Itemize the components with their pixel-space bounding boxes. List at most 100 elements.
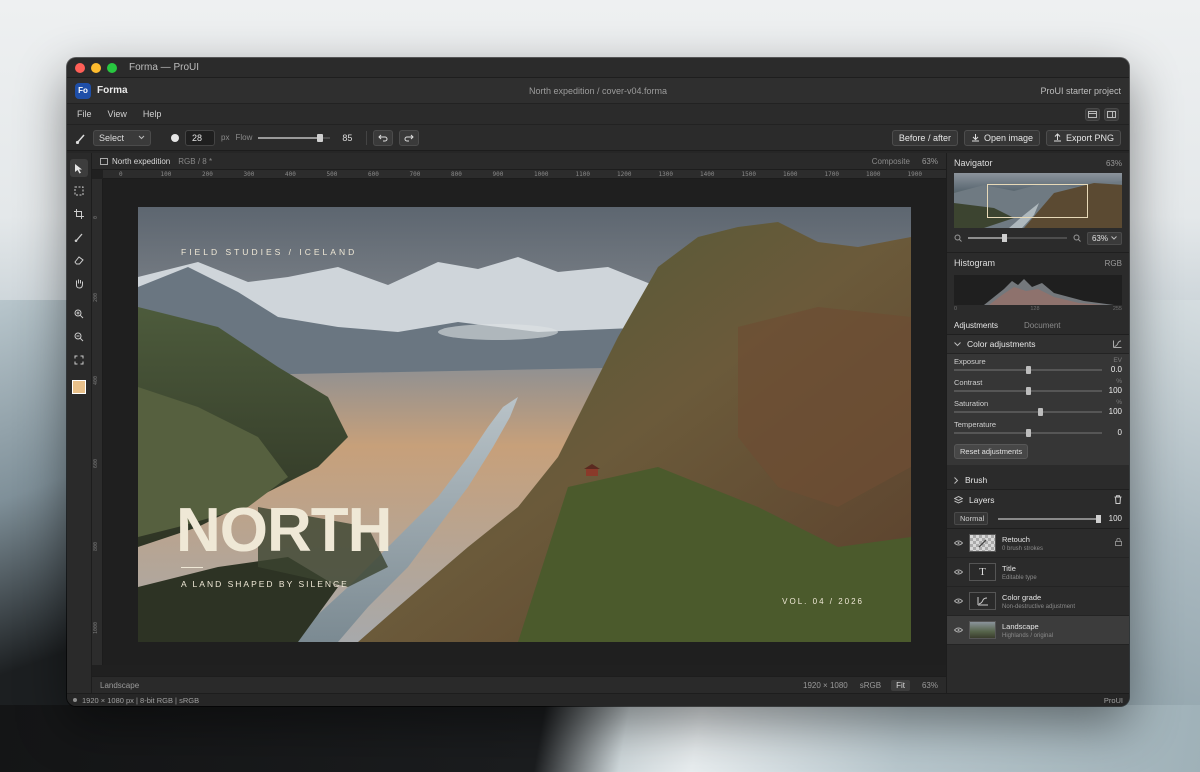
visibility-eye-icon[interactable]: [954, 539, 963, 548]
layer-item[interactable]: T Title Editable type: [947, 558, 1129, 587]
tool-crop[interactable]: [70, 205, 88, 223]
status-info: 1920 × 1080 px | 8-bit RGB | sRGB: [82, 695, 200, 705]
brush-size-input[interactable]: 28: [185, 129, 215, 146]
contrast-slider-handle[interactable]: [1026, 387, 1031, 395]
artwork-image[interactable]: FIELD STUDIES / ICELAND NORTH A LAND SHA…: [138, 207, 911, 642]
menu-bar: File View Help: [67, 104, 1129, 125]
opacity-slider[interactable]: [998, 514, 1101, 523]
trash-icon[interactable]: [1114, 495, 1122, 504]
layer-item-selected[interactable]: Landscape Highlands / original: [947, 616, 1129, 645]
tool-select-dropdown[interactable]: Select: [93, 129, 151, 146]
saturation-slider-handle[interactable]: [1037, 408, 1043, 416]
zoom-out-icon[interactable]: [954, 234, 962, 242]
brush-section-title: Brush: [965, 475, 988, 485]
temperature-slider[interactable]: [954, 429, 1102, 437]
tool-eraser[interactable]: [70, 251, 88, 269]
ruler-tick-label: 1500: [741, 171, 756, 178]
exposure-slider[interactable]: [954, 366, 1102, 374]
reset-adjustments-button[interactable]: Reset adjustments: [954, 444, 1029, 459]
ruler-tick-label: 1100: [575, 171, 590, 178]
visibility-eye-icon[interactable]: [954, 568, 963, 577]
visibility-eye-icon[interactable]: [954, 626, 963, 635]
tab-adjustments[interactable]: Adjustments: [954, 321, 998, 330]
zoom-in-icon[interactable]: [1073, 234, 1081, 242]
flow-slider-handle[interactable]: [316, 133, 323, 142]
document-tab[interactable]: North expedition RGB / 8 *: [100, 157, 212, 166]
tab-document[interactable]: Document: [1024, 321, 1060, 330]
tool-fit[interactable]: [70, 351, 88, 369]
status-dot-icon: [73, 698, 77, 702]
ruler-tick-label: 600: [368, 171, 379, 178]
close-window-button[interactable]: [75, 62, 85, 73]
histogram-graph: [954, 275, 1122, 305]
temperature-slider-handle[interactable]: [1026, 429, 1031, 437]
before-after-label: Before / after: [898, 132, 951, 143]
canvas[interactable]: FIELD STUDIES / ICELAND NORTH A LAND SHA…: [103, 179, 946, 665]
toolbar-divider: [366, 130, 368, 145]
navigator-preview[interactable]: [954, 173, 1122, 228]
undo-button[interactable]: [373, 129, 394, 146]
menu-view[interactable]: View: [108, 109, 127, 119]
image-dimensions: 1920 × 1080: [803, 680, 848, 690]
exposure-slider-handle[interactable]: [1026, 366, 1031, 374]
visibility-eye-icon[interactable]: [954, 597, 963, 606]
tool-hand[interactable]: [70, 274, 88, 292]
open-image-button[interactable]: Open image: [963, 129, 1040, 146]
ruler-tick-label: 500: [326, 171, 338, 178]
menu-help[interactable]: Help: [143, 109, 162, 119]
tool-marquee[interactable]: [70, 182, 88, 200]
tool-zoom-out[interactable]: [70, 328, 88, 346]
layer-text: Landscape Highlands / original: [1002, 622, 1053, 639]
composite-zoom: 63%: [921, 156, 938, 166]
brush-tip-icon: [171, 133, 179, 142]
blend-mode-select[interactable]: Normal: [954, 512, 988, 525]
sidebar-icon: [1107, 110, 1116, 118]
layers-title: Layers: [969, 494, 995, 505]
tool-zoom-in[interactable]: [70, 305, 88, 323]
layer-thumbnail-retouch: [969, 534, 996, 552]
lock-icon[interactable]: [1115, 537, 1122, 549]
opacity-slider-handle[interactable]: [1095, 514, 1101, 523]
ruler-tick-label: 600: [93, 458, 99, 468]
contrast-label: Contrast: [954, 378, 983, 387]
chevron-down-icon: [1111, 236, 1117, 240]
hut: [586, 469, 598, 476]
ruler-tick-label: 800: [451, 171, 462, 178]
app-name: Forma: [97, 85, 128, 96]
artwork-subtitle: A LAND SHAPED BY SILENCE: [181, 579, 349, 589]
tool-brush[interactable]: [70, 228, 88, 246]
export-png-button[interactable]: Export PNG: [1045, 129, 1121, 146]
fit-button[interactable]: Fit: [891, 679, 910, 691]
before-after-button[interactable]: Before / after: [891, 129, 958, 146]
app-logo-icon: Fo: [75, 82, 91, 99]
layer-item[interactable]: Color grade Non-destructive adjustment: [947, 587, 1129, 616]
brush-icon: [74, 233, 83, 242]
layer-item[interactable]: Retouch 0 brush strokes: [947, 529, 1129, 558]
right-panel: Navigator 63% 63% Histogram RGB 0 128 25…: [946, 153, 1129, 693]
zoom-window-button[interactable]: [107, 62, 117, 73]
ruler-tick-label: 200: [93, 292, 99, 302]
layer-description: 0 brush strokes: [1002, 545, 1044, 552]
navigator-zoom-handle[interactable]: [1001, 234, 1007, 242]
navigator-zoom-slider[interactable]: [968, 234, 1067, 242]
redo-icon: [404, 134, 415, 141]
toggle-panel-button[interactable]: [1104, 107, 1119, 121]
saturation-slider[interactable]: [954, 408, 1102, 416]
redo-button[interactable]: [399, 129, 420, 146]
color-adjustments-header[interactable]: Color adjustments: [947, 335, 1129, 354]
layout-split-button[interactable]: [1085, 107, 1100, 121]
tool-move[interactable]: [70, 159, 88, 177]
status-brand: ProUI: [1103, 695, 1123, 705]
navigator-zoom-select[interactable]: 63%: [1086, 231, 1122, 245]
brush-section-header[interactable]: Brush: [947, 471, 1129, 490]
flow-slider[interactable]: [258, 133, 331, 142]
curve-icon[interactable]: [1113, 340, 1122, 348]
menu-file[interactable]: File: [77, 109, 92, 119]
contrast-slider[interactable]: [954, 387, 1102, 395]
color-swatch[interactable]: [72, 380, 91, 399]
document-tab-meta: RGB / 8 *: [178, 156, 213, 166]
color-adjustments-title: Color adjustments: [967, 339, 1036, 349]
minimize-window-button[interactable]: [91, 62, 101, 73]
histogram-title: Histogram: [954, 258, 996, 268]
navigator-viewport[interactable]: [987, 184, 1088, 218]
